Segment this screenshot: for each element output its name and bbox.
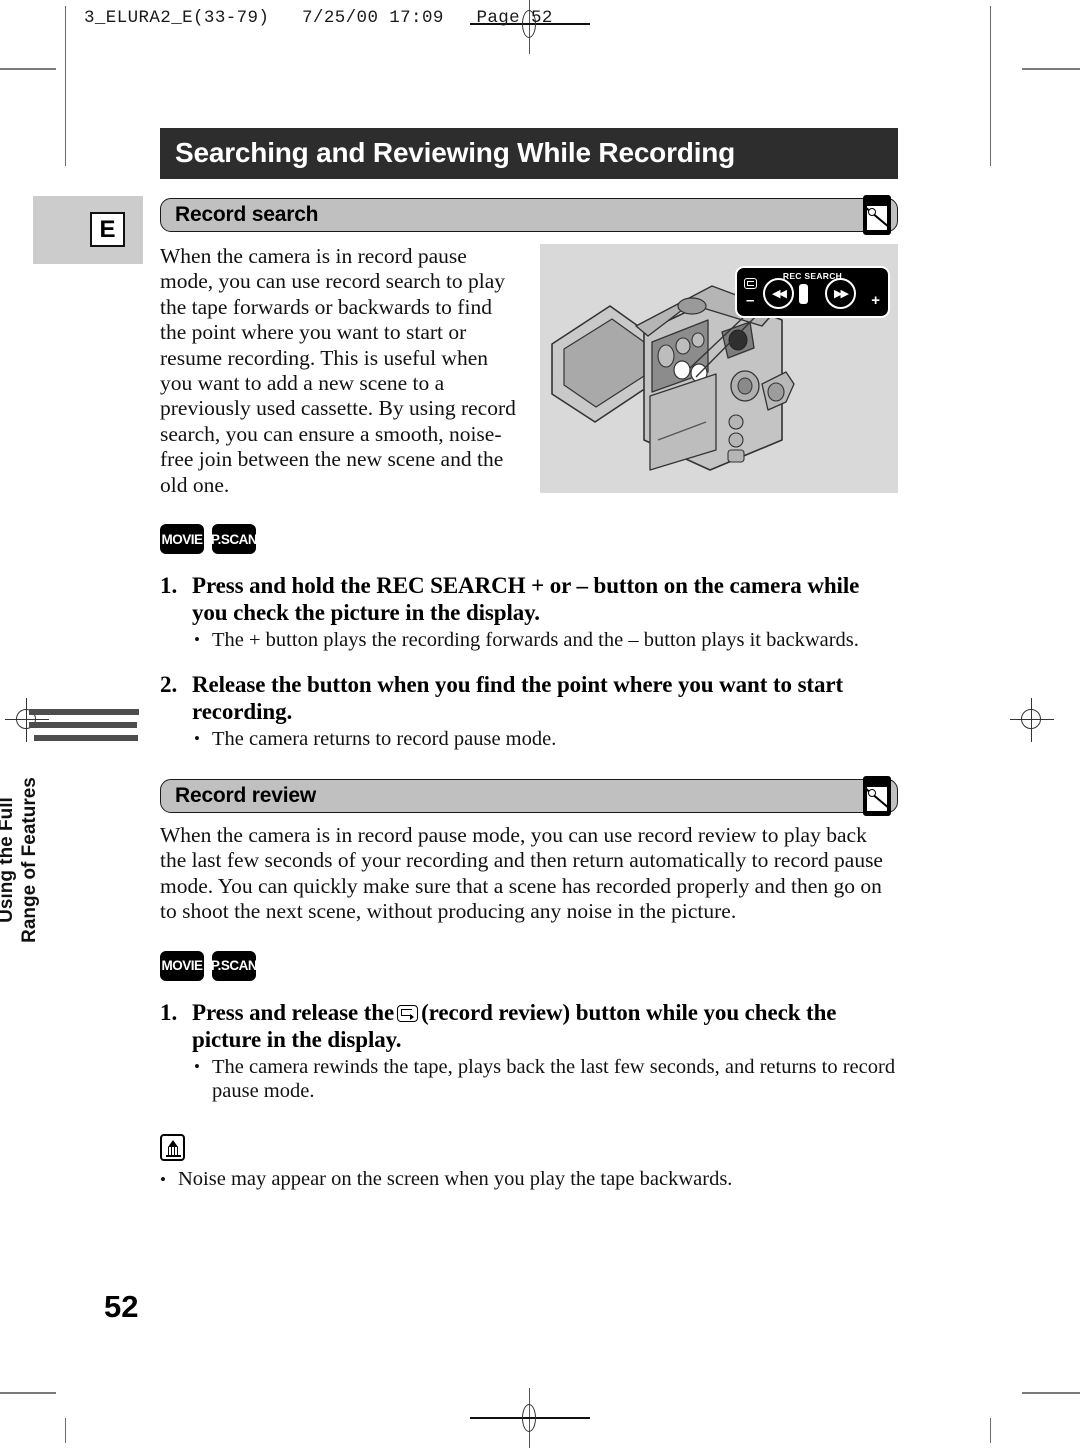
record-search-step-2-bullets: • The camera returns to record pause mod… [194,727,898,752]
record-search-step-1-bullets: • The + button plays the recording forwa… [194,628,898,653]
bullet-text: The camera returns to record pause mode. [212,727,557,750]
side-chapter-title: Using the Full Range of Features [0,777,40,943]
camcorder-tape-icon [863,195,891,235]
bullet-text: The + button plays the recording forward… [212,629,859,652]
note-pencil-icon [160,1133,185,1161]
bullet-dot: • [160,1169,166,1189]
record-search-step-2: 2. Release the button when you find the … [160,671,898,725]
section-title-record-review: Record review [175,784,316,808]
step-number: 2. [160,671,178,697]
bullet-text: The camera rewinds the tape, plays back … [212,1055,896,1103]
record-review-icon [744,278,757,289]
page-number: 52 [104,1289,139,1324]
page-title: Searching and Reviewing While Recording [160,128,898,179]
section-header-record-review: Record review [160,776,898,817]
badge-movie: MOVIE [160,950,204,981]
bullet-item: • The camera rewinds the tape, plays bac… [194,1055,898,1104]
rec-search-caption: REC SEARCH [782,271,843,281]
record-review-mode-badges: MOVIE P.SCAN [160,950,898,981]
step-number: 1. [160,999,178,1025]
camcorder-tape-icon [863,776,891,817]
badge-movie: MOVIE [160,524,204,555]
record-search-intro-text: When the camera is in record pause mode,… [160,244,516,497]
side-bar-2 [29,722,137,728]
record-search-step-1: 1. Press and hold the REC SEARCH + or – … [160,572,898,626]
step-heading: Press and release the (record review) but… [192,999,898,1053]
language-tab-e: E [90,212,125,247]
note-text: Noise may appear on the screen when you … [178,1167,733,1190]
section-title-record-search: Record search [175,203,319,226]
fast-forward-button: ▶▶ [825,278,856,309]
minus-sign: – [746,292,755,309]
record-review-icon [397,1004,419,1022]
document-page: E Using the Full Range of Features Searc… [0,0,1080,1443]
rewind-button: ◀◀ [763,278,794,309]
badge-pscan: P.SCAN [211,524,258,555]
record-search-mode-badges: MOVIE P.SCAN [160,524,898,555]
bullet-dot: • [194,728,200,748]
bullet-item: • The + button plays the recording forwa… [194,628,898,653]
note-bullet: • Noise may appear on the screen when yo… [160,1167,898,1192]
step-heading: Press and hold the REC SEARCH + or – but… [192,573,860,626]
record-review-intro-text: When the camera is in record pause mode,… [160,823,883,924]
rec-search-callout: REC SEARCH – ◀◀ ▶▶ + [735,266,890,318]
step-number: 1. [160,573,178,599]
record-search-intro-row: When the camera is in record pause mode,… [160,244,898,498]
camcorder-illustration: REC SEARCH – ◀◀ ▶▶ + [540,244,898,493]
record-review-step-1-bullets: • The camera rewinds the tape, plays bac… [194,1055,898,1104]
bullet-dot: • [194,630,200,650]
plus-sign: + [871,292,880,309]
step-heading-part-1: Press and release the [192,999,395,1025]
language-tab-block [33,196,143,264]
button-bridge [799,284,808,304]
section-header-record-search: Record search [160,195,898,235]
side-bar-1 [29,709,139,715]
badge-pscan: P.SCAN [211,950,258,981]
content-column: Searching and Reviewing While Recording … [160,128,898,1192]
record-review-step-1: 1. Press and release the (record review) … [160,999,898,1053]
side-tab-bars [29,709,139,748]
bullet-item: • The camera returns to record pause mod… [194,727,898,752]
side-bar-3 [34,735,138,741]
step-heading: Release the button when you find the poi… [192,671,844,724]
bullet-dot: • [194,1056,200,1076]
